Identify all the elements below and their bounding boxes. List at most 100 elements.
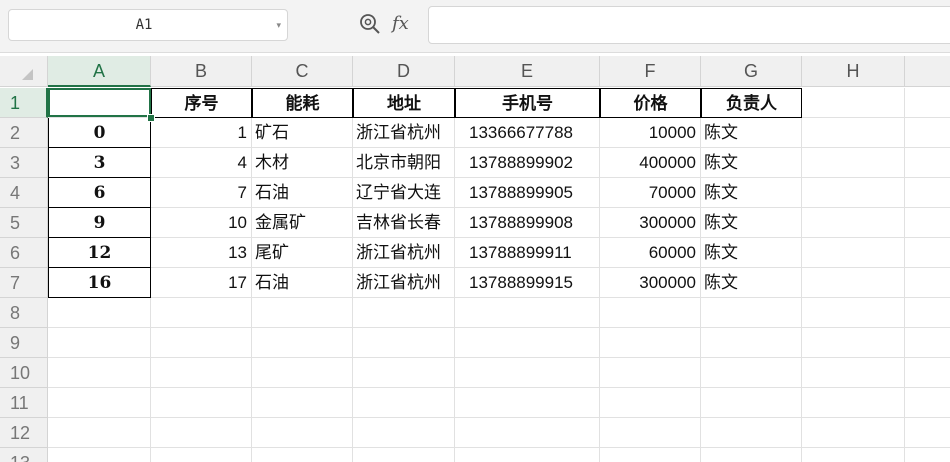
cell-e7[interactable]: 13788899915 — [455, 268, 600, 298]
cell-b7[interactable]: 17 — [151, 268, 252, 298]
chevron-down-icon[interactable]: ▾ — [276, 10, 281, 40]
row-header-4[interactable]: 4 — [0, 178, 48, 208]
cell-empty[interactable] — [905, 418, 950, 448]
cell-empty[interactable] — [802, 388, 905, 418]
cell-a4[interactable]: 6 — [48, 178, 151, 208]
column-header-b[interactable]: B — [151, 56, 252, 87]
cell-d4[interactable]: 辽宁省大连 — [353, 178, 455, 208]
cell-empty[interactable] — [455, 328, 600, 358]
cell-empty[interactable] — [455, 388, 600, 418]
column-header-g[interactable]: G — [701, 56, 802, 87]
cell-c6[interactable]: 尾矿 — [252, 238, 353, 268]
cell-c5[interactable]: 金属矿 — [252, 208, 353, 238]
cell-empty[interactable] — [802, 358, 905, 388]
cell-f5[interactable]: 300000 — [600, 208, 701, 238]
cell-empty[interactable] — [600, 448, 701, 462]
cell-h5[interactable] — [802, 208, 905, 238]
cell-empty[interactable] — [151, 448, 252, 462]
cell-g5[interactable]: 陈文 — [701, 208, 802, 238]
cell-f7[interactable]: 300000 — [600, 268, 701, 298]
cell-empty[interactable] — [905, 328, 950, 358]
cell-empty[interactable] — [600, 328, 701, 358]
cell-e4[interactable]: 13788899905 — [455, 178, 600, 208]
cell-empty[interactable] — [701, 388, 802, 418]
cell-empty[interactable] — [151, 298, 252, 328]
cell-empty[interactable] — [353, 298, 455, 328]
name-box-value[interactable]: A1 — [9, 10, 279, 40]
cell-empty[interactable] — [353, 448, 455, 462]
cell-d7[interactable]: 浙江省杭州 — [353, 268, 455, 298]
cell-empty[interactable] — [455, 418, 600, 448]
cell-b3[interactable]: 4 — [151, 148, 252, 178]
cell-c4[interactable]: 石油 — [252, 178, 353, 208]
cell-h1[interactable] — [802, 88, 905, 118]
cell-e2[interactable]: 13366677788 — [455, 118, 600, 148]
cell-empty[interactable] — [455, 358, 600, 388]
column-header-c[interactable]: C — [252, 56, 353, 87]
cell-b5[interactable]: 10 — [151, 208, 252, 238]
cell-empty[interactable] — [802, 448, 905, 462]
cell-g2[interactable]: 陈文 — [701, 118, 802, 148]
cell-empty[interactable] — [151, 358, 252, 388]
cell-empty[interactable] — [701, 418, 802, 448]
cell-empty[interactable] — [905, 448, 950, 462]
cell-a1[interactable] — [48, 88, 151, 118]
cell-f4[interactable]: 70000 — [600, 178, 701, 208]
cell-d6[interactable]: 浙江省杭州 — [353, 238, 455, 268]
cell-g7[interactable]: 陈文 — [701, 268, 802, 298]
cell-empty[interactable] — [905, 388, 950, 418]
row-header-13[interactable]: 13 — [0, 448, 48, 462]
cell-h4[interactable] — [802, 178, 905, 208]
header-cell-e[interactable]: 手机号 — [455, 88, 600, 118]
row-header-7[interactable]: 7 — [0, 268, 48, 298]
cell-c7[interactable]: 石油 — [252, 268, 353, 298]
row-header-1[interactable]: 1 — [0, 88, 48, 118]
column-header-e[interactable]: E — [455, 56, 600, 87]
cell-empty[interactable] — [905, 298, 950, 328]
cell-a2[interactable]: 0 — [48, 118, 151, 148]
header-cell-d[interactable]: 地址 — [353, 88, 455, 118]
cell-empty[interactable] — [600, 418, 701, 448]
cell-h7[interactable] — [802, 268, 905, 298]
cell-empty[interactable] — [48, 418, 151, 448]
cell-c3[interactable]: 木材 — [252, 148, 353, 178]
cell-empty[interactable] — [252, 298, 353, 328]
select-all-button[interactable] — [0, 56, 48, 87]
cell-d2[interactable]: 浙江省杭州 — [353, 118, 455, 148]
cell-empty[interactable] — [701, 358, 802, 388]
column-header-d[interactable]: D — [353, 56, 455, 87]
row-header-11[interactable]: 11 — [0, 388, 48, 418]
cell-empty[interactable] — [48, 328, 151, 358]
header-cell-c[interactable]: 能耗 — [252, 88, 353, 118]
cell-empty[interactable] — [802, 328, 905, 358]
cell-a7[interactable]: 16 — [48, 268, 151, 298]
zoom-formula-icon[interactable] — [358, 12, 382, 36]
cell-empty[interactable] — [600, 388, 701, 418]
cell-empty[interactable] — [252, 448, 353, 462]
cell-empty[interactable] — [353, 328, 455, 358]
cell-a6[interactable]: 12 — [48, 238, 151, 268]
cell-e3[interactable]: 13788899902 — [455, 148, 600, 178]
header-cell-b[interactable]: 序号 — [151, 88, 252, 118]
cell-c2[interactable]: 矿石 — [252, 118, 353, 148]
cell-empty[interactable] — [252, 358, 353, 388]
cell-empty[interactable] — [353, 358, 455, 388]
cell-d3[interactable]: 北京市朝阳 — [353, 148, 455, 178]
cell-empty[interactable] — [802, 298, 905, 328]
cell-f2[interactable]: 10000 — [600, 118, 701, 148]
cell-empty[interactable] — [455, 448, 600, 462]
cell-empty[interactable] — [252, 388, 353, 418]
cell-empty[interactable] — [151, 388, 252, 418]
cell-b2[interactable]: 1 — [151, 118, 252, 148]
cell-g4[interactable]: 陈文 — [701, 178, 802, 208]
cell-empty[interactable] — [48, 298, 151, 328]
cell-h6[interactable] — [802, 238, 905, 268]
row-header-6[interactable]: 6 — [0, 238, 48, 268]
cell-a3[interactable]: 3 — [48, 148, 151, 178]
cell-b6[interactable]: 13 — [151, 238, 252, 268]
column-header-a[interactable]: A — [48, 56, 151, 87]
cell-empty[interactable] — [701, 298, 802, 328]
cell-empty[interactable] — [802, 418, 905, 448]
row-header-9[interactable]: 9 — [0, 328, 48, 358]
row-header-5[interactable]: 5 — [0, 208, 48, 238]
